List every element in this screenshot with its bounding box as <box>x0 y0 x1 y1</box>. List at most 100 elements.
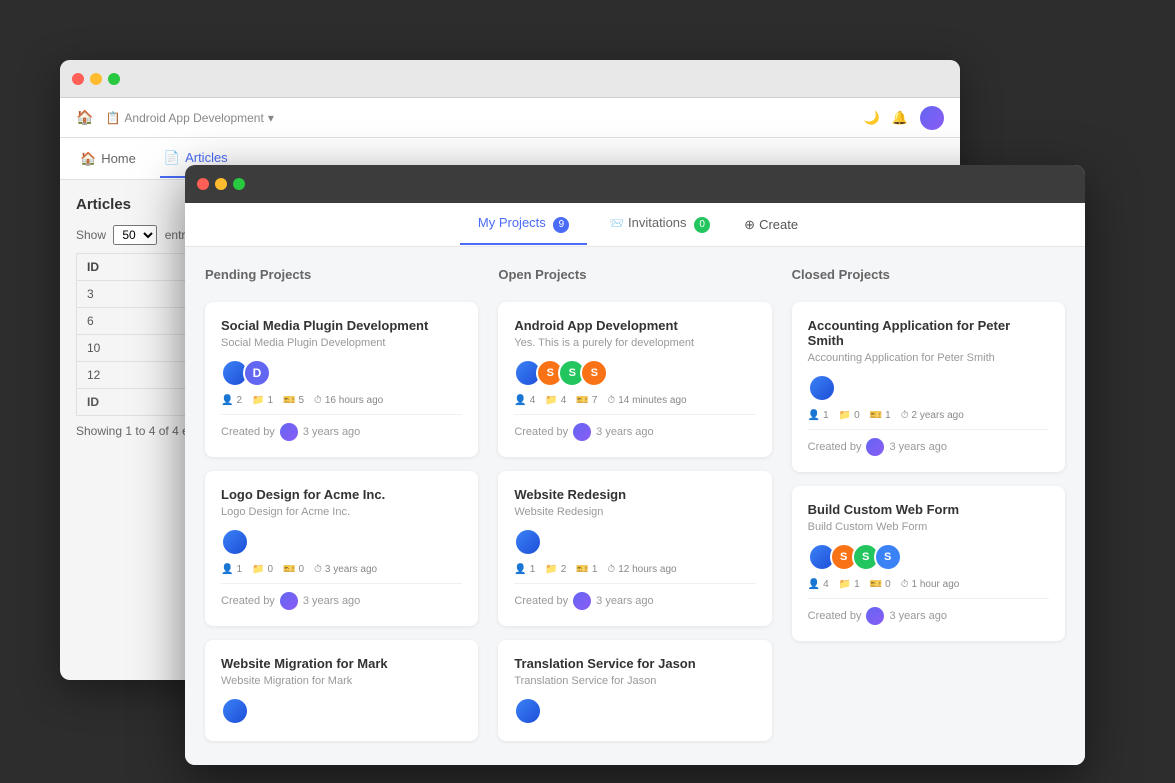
stat-time: ⏱ 12 hours ago <box>607 564 676 575</box>
creator-avatar <box>866 438 884 456</box>
created-label: Created by <box>221 426 275 438</box>
bg-maximize-button[interactable] <box>108 73 120 85</box>
tab-create[interactable]: ⊕ Create <box>732 211 810 239</box>
tab-invitations[interactable]: 📨 Invitations 0 <box>591 205 728 245</box>
breadcrumb-icon: 📋 <box>105 111 120 125</box>
avatar <box>514 697 542 725</box>
foreground-window: My Projects 9 📨 Invitations 0 ⊕ Create P… <box>185 165 1085 765</box>
project-title: Android App Development <box>514 318 755 333</box>
tickets-icon: 🎫 <box>283 395 295 406</box>
tickets-icon: 🎫 <box>576 395 588 406</box>
time-icon: ⏱ <box>901 579 909 590</box>
files-icon: 📁 <box>545 395 557 406</box>
files-icon: 📁 <box>839 410 851 421</box>
project-desc: Logo Design for Acme Inc. <box>221 506 462 518</box>
tab-my-projects[interactable]: My Projects 9 <box>460 205 588 245</box>
created-label: Created by <box>221 595 275 607</box>
stat-files: 📁 1 <box>252 395 273 406</box>
project-card[interactable]: Social Media Plugin Development Social M… <box>205 302 478 457</box>
time-icon: ⏱ <box>314 564 322 575</box>
time-icon: ⏱ <box>607 564 615 575</box>
members-icon: 👤 <box>514 395 526 406</box>
stats-row: 👤 4 📁 1 🎫 0 ⏱ 1 hour ago <box>808 579 1049 590</box>
user-avatar[interactable] <box>920 106 944 130</box>
bg-nav-home[interactable]: 🏠 Home <box>76 141 140 177</box>
stat-members: 👤 1 <box>808 410 829 421</box>
stat-files: 📁 0 <box>839 410 860 421</box>
stat-files: 📁 0 <box>252 564 273 575</box>
project-card[interactable]: Build Custom Web Form Build Custom Web F… <box>792 486 1065 641</box>
project-title: Accounting Application for Peter Smith <box>808 318 1049 348</box>
entries-select[interactable]: 50 <box>113 225 157 245</box>
creator-avatar <box>280 592 298 610</box>
stat-tickets: 🎫 1 <box>576 564 597 575</box>
tab-my-projects-label: My Projects <box>478 215 546 230</box>
tab-invitations-badge: 0 <box>694 217 710 233</box>
created-row: Created by 3 years ago <box>514 583 755 610</box>
stat-members: 👤 1 <box>514 564 535 575</box>
project-breadcrumb: 📋 Android App Development ▾ <box>105 111 273 125</box>
tabs-bar: My Projects 9 📨 Invitations 0 ⊕ Create <box>185 203 1085 247</box>
avatar <box>514 528 542 556</box>
project-card[interactable]: Logo Design for Acme Inc. Logo Design fo… <box>205 471 478 626</box>
avatars-row <box>808 374 1049 402</box>
bg-titlebar <box>60 60 960 98</box>
stat-members: 👤 2 <box>221 395 242 406</box>
stat-files: 📁 1 <box>839 579 860 590</box>
fg-minimize-button[interactable] <box>215 178 227 190</box>
members-icon: 👤 <box>808 410 820 421</box>
project-card[interactable]: Accounting Application for Peter Smith A… <box>792 302 1065 472</box>
moon-icon[interactable]: 🌙 <box>864 110 880 126</box>
stat-tickets: 🎫 1 <box>870 410 891 421</box>
avatars-row <box>221 528 462 556</box>
members-icon: 👤 <box>221 395 233 406</box>
bg-close-button[interactable] <box>72 73 84 85</box>
created-row: Created by 3 years ago <box>514 414 755 441</box>
project-card-partial[interactable]: Translation Service for Jason Translatio… <box>498 640 771 741</box>
created-time: 3 years ago <box>889 441 946 453</box>
avatars-row <box>221 697 462 725</box>
column-pending: Pending Projects Social Media Plugin Dev… <box>205 267 478 741</box>
project-card[interactable]: Android App Development Yes. This is a p… <box>498 302 771 457</box>
project-title: Build Custom Web Form <box>808 502 1049 517</box>
tickets-icon: 🎫 <box>576 564 588 575</box>
bg-minimize-button[interactable] <box>90 73 102 85</box>
column-closed: Closed Projects Accounting Application f… <box>792 267 1065 741</box>
tickets-icon: 🎫 <box>870 579 882 590</box>
projects-columns: Pending Projects Social Media Plugin Dev… <box>205 267 1065 741</box>
avatars-row: S S S <box>808 543 1049 571</box>
project-title: Logo Design for Acme Inc. <box>221 487 462 502</box>
created-label: Created by <box>808 610 862 622</box>
stat-time: ⏱ 3 years ago <box>314 564 377 575</box>
files-icon: 📁 <box>252 564 264 575</box>
created-label: Created by <box>514 426 568 438</box>
bell-icon[interactable]: 🔔 <box>892 110 908 126</box>
projects-area: Pending Projects Social Media Plugin Dev… <box>185 247 1085 761</box>
project-desc: Website Migration for Mark <box>221 675 462 687</box>
stats-row: 👤 1 📁 0 🎫 1 ⏱ 2 years ago <box>808 410 1049 421</box>
project-card-partial[interactable]: Website Migration for Mark Website Migra… <box>205 640 478 741</box>
stats-row: 👤 4 📁 4 🎫 7 ⏱ 14 minutes ago <box>514 395 755 406</box>
created-time: 3 years ago <box>889 610 946 622</box>
project-title: Website Redesign <box>514 487 755 502</box>
project-desc: Translation Service for Jason <box>514 675 755 687</box>
fg-maximize-button[interactable] <box>233 178 245 190</box>
project-desc: Website Redesign <box>514 506 755 518</box>
project-card[interactable]: Website Redesign Website Redesign 👤 1 📁 … <box>498 471 771 626</box>
articles-nav-icon: 📄 <box>164 150 180 166</box>
project-title: Social Media Plugin Development <box>221 318 462 333</box>
fg-close-button[interactable] <box>197 178 209 190</box>
created-time: 3 years ago <box>596 426 653 438</box>
home-nav-icon: 🏠 <box>80 151 96 167</box>
column-open: Open Projects Android App Development Ye… <box>498 267 771 741</box>
tickets-icon: 🎫 <box>870 410 882 421</box>
stats-row: 👤 2 📁 1 🎫 5 ⏱ 16 hours ago <box>221 395 462 406</box>
stat-members: 👤 4 <box>808 579 829 590</box>
tab-create-label: Create <box>759 217 798 232</box>
files-icon: 📁 <box>839 579 851 590</box>
tab-my-projects-badge: 9 <box>553 217 569 233</box>
home-icon[interactable]: 🏠 <box>76 109 93 126</box>
tab-invitations-label: Invitations <box>628 215 687 230</box>
column-closed-header: Closed Projects <box>792 267 1065 290</box>
created-time: 3 years ago <box>596 595 653 607</box>
